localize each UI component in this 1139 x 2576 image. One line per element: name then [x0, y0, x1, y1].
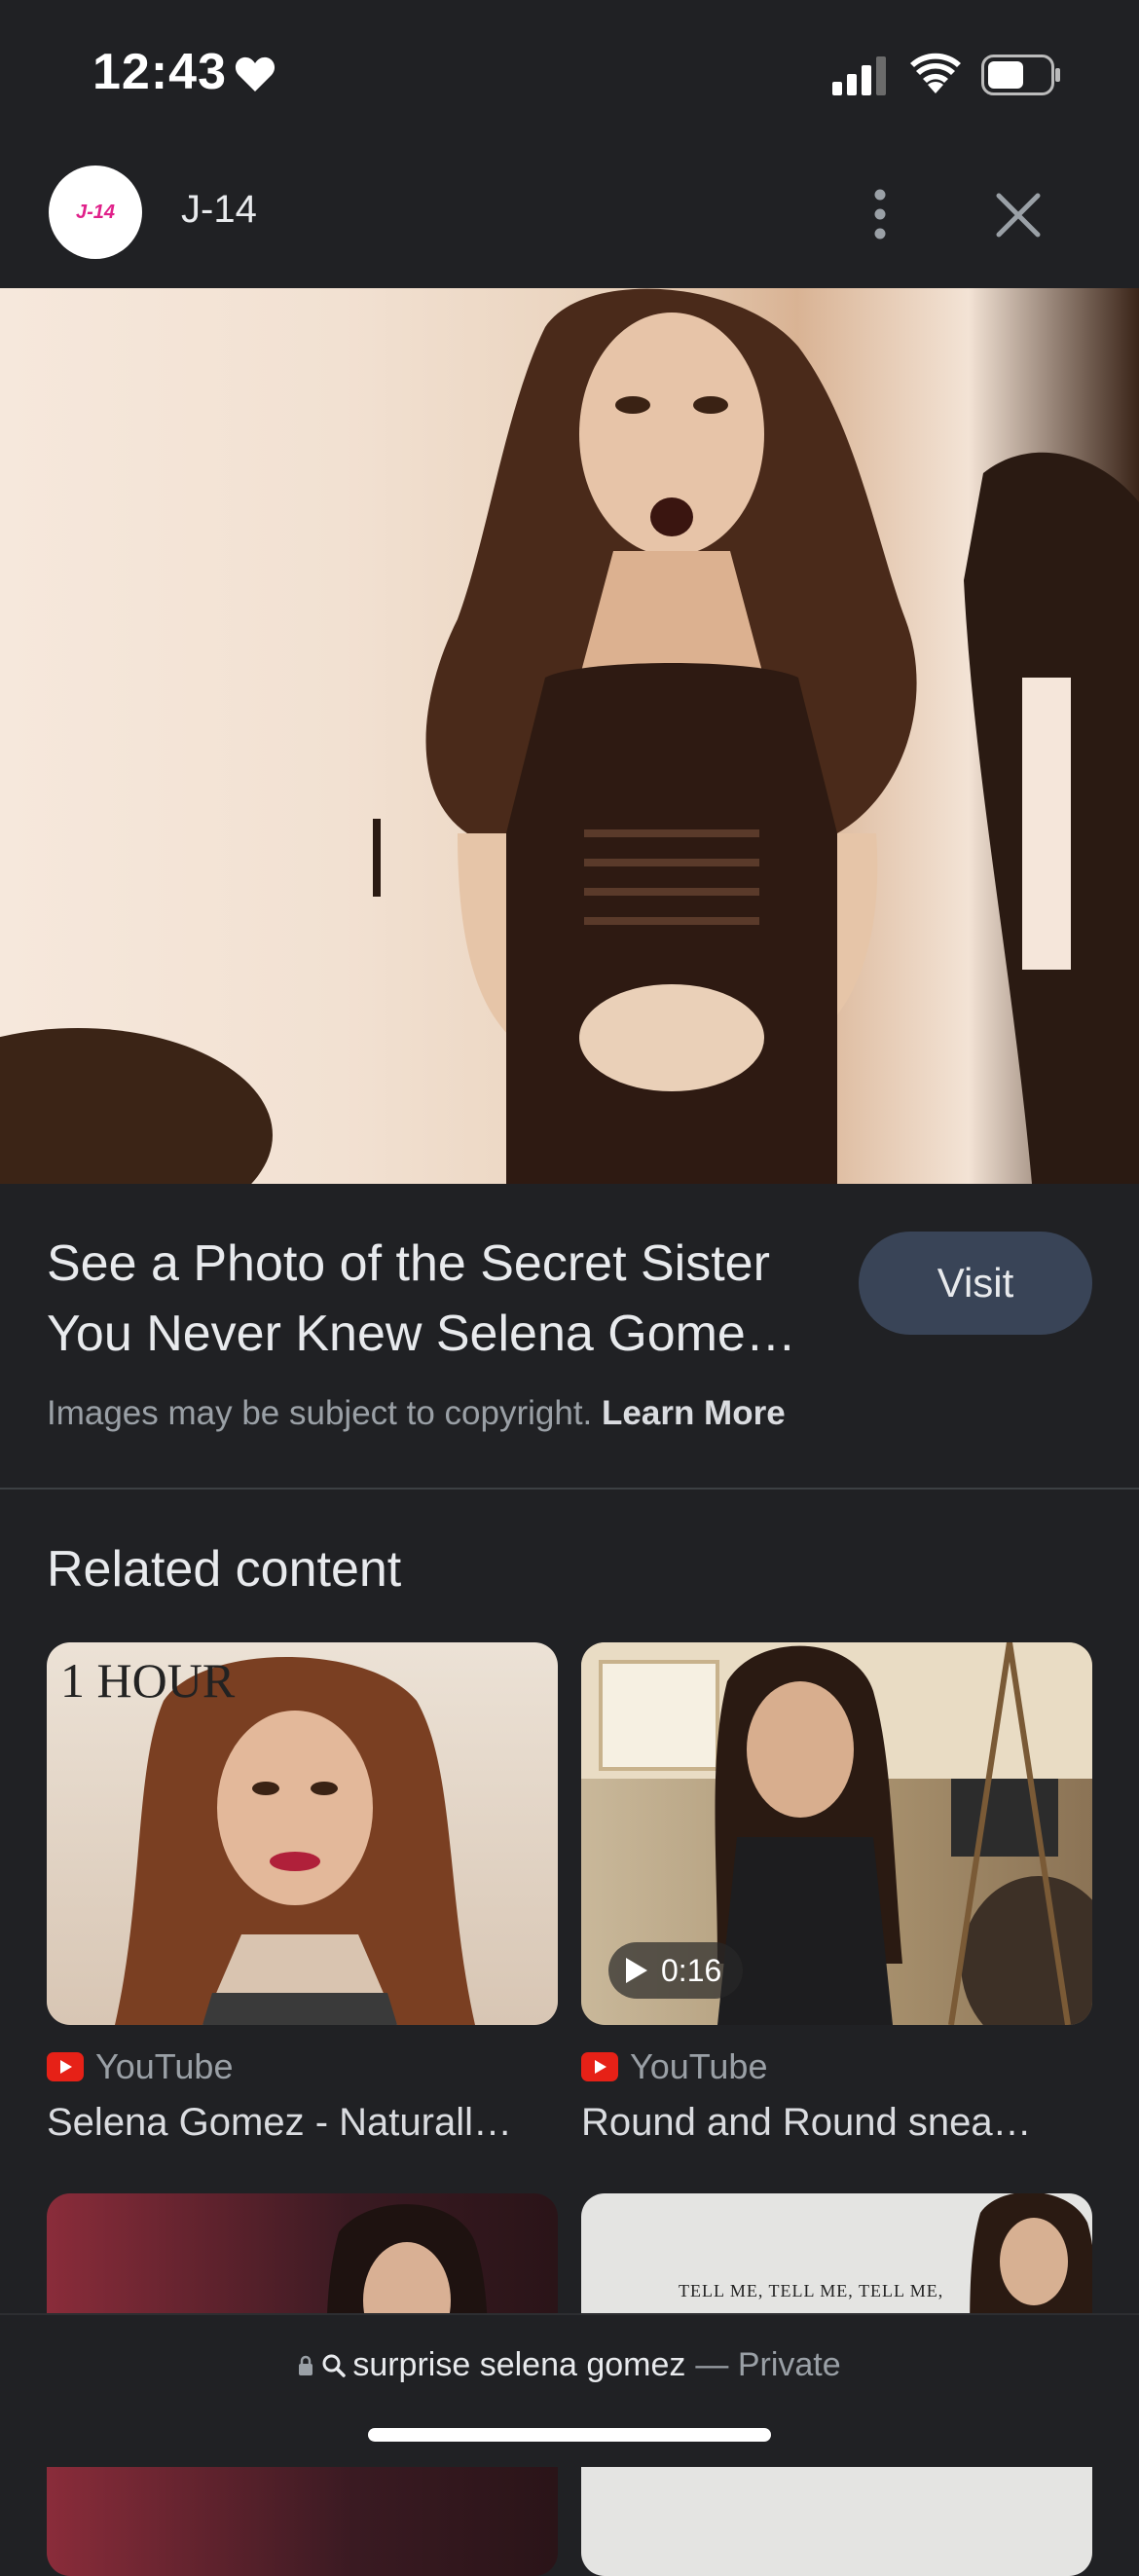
- related-card[interactable]: 0:16 YouTube Round and Round snea…: [581, 1642, 1092, 2145]
- search-query-bar[interactable]: surprise selena gomez — Private: [0, 2346, 1139, 2384]
- site-name[interactable]: J-14: [181, 188, 257, 232]
- hero-photo: [0, 288, 1139, 1184]
- status-time: 12:43: [92, 44, 227, 100]
- duration-label: 0:16: [661, 1952, 722, 1988]
- learn-more-link[interactable]: Learn More: [602, 1394, 786, 1432]
- lock-icon: [299, 2355, 313, 2375]
- card-source: YouTube: [47, 2046, 558, 2087]
- section-divider: [0, 1488, 1139, 1490]
- signal-icon: [832, 56, 886, 95]
- copyright-notice: Images may be subject to copyright. Lear…: [47, 1394, 786, 1433]
- card-thumbnail[interactable]: 1 HOUR: [47, 1642, 558, 2025]
- thumbnail-overlay-text: 1 HOUR: [60, 1653, 236, 1708]
- card-source-label: YouTube: [95, 2046, 234, 2086]
- related-content-heading: Related content: [47, 1541, 402, 1598]
- visit-button[interactable]: Visit: [859, 1232, 1092, 1335]
- copyright-text: Images may be subject to copyright.: [47, 1394, 593, 1432]
- card-source: YouTube: [581, 2046, 1092, 2087]
- heart-icon: [235, 56, 276, 92]
- youtube-icon: [581, 2052, 618, 2081]
- card-thumbnail[interactable]: 0:16: [581, 1642, 1092, 2025]
- search-query-text: surprise selena gomez: [352, 2346, 686, 2383]
- site-logo[interactable]: J-14: [49, 166, 142, 259]
- card-title[interactable]: Round and Round snea…: [581, 2101, 1092, 2145]
- result-title-line-1: See a Photo of the Secret Sister: [47, 1235, 770, 1292]
- hero-image[interactable]: [0, 288, 1139, 1184]
- private-label: — Private: [695, 2346, 841, 2383]
- card-title[interactable]: Selena Gomez - Naturall…: [47, 2101, 558, 2145]
- youtube-icon: [47, 2052, 84, 2081]
- home-indicator[interactable]: [368, 2428, 771, 2442]
- search-icon: [322, 2354, 347, 2377]
- result-title[interactable]: See a Photo of the Secret Sister You Nev…: [47, 1229, 845, 1369]
- wifi-icon: [910, 53, 961, 93]
- card-source-label: YouTube: [630, 2046, 768, 2086]
- more-options-icon[interactable]: [857, 185, 903, 243]
- battery-icon: [981, 55, 1060, 95]
- related-card[interactable]: 1 HOUR YouTube Selena Gomez - Naturall…: [47, 1642, 558, 2145]
- result-title-line-2: You Never Knew Selena Gome…: [47, 1306, 796, 1362]
- bottom-url-bar[interactable]: [0, 2313, 1139, 2467]
- video-duration-badge: 0:16: [608, 1942, 744, 1999]
- close-icon[interactable]: [993, 190, 1044, 240]
- play-icon: [626, 1958, 647, 1983]
- thumbnail-overlay-text: TELL ME, TELL ME, TELL ME,: [679, 2281, 944, 2300]
